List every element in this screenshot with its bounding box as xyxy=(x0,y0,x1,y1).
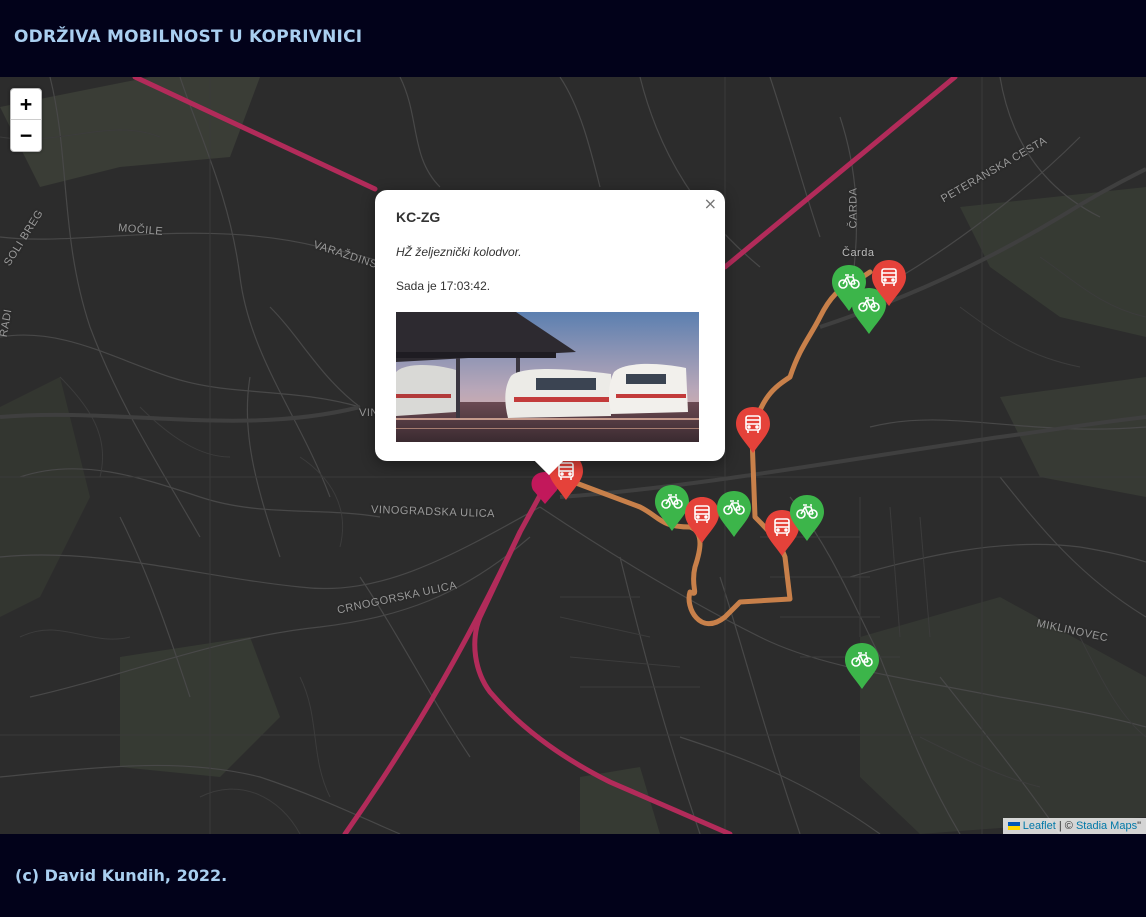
popup-close-button[interactable]: × xyxy=(704,194,717,213)
popup-time: Sada je 17:03:42. xyxy=(396,279,491,293)
leaflet-link[interactable]: Leaflet xyxy=(1023,820,1056,832)
marker-bike-4[interactable] xyxy=(716,490,752,542)
page-header: ODRŽIVA MOBILNOST U KOPRIVNICI xyxy=(0,0,1146,77)
popup-title: KC-ZG xyxy=(396,209,441,225)
zoom-control: + − xyxy=(10,88,42,152)
map[interactable]: MOČILE VARAŽDINS SOLI BREG RADI VIN VINO… xyxy=(0,77,1146,834)
page-footer: (c) David Kundih, 2022. xyxy=(0,834,1146,917)
map-popup: × KC-ZG HŽ željeznički kolodvor. Sada je… xyxy=(375,190,725,476)
marker-bike-6[interactable] xyxy=(844,642,880,694)
attribution-separator: | © xyxy=(1055,820,1076,832)
zoom-in-button[interactable]: + xyxy=(11,89,41,120)
marker-bike-5[interactable] xyxy=(789,494,825,546)
place-label-carda: Čarda xyxy=(842,247,875,259)
street-label-carda-road: ČARDA xyxy=(847,187,860,229)
train-station-photo xyxy=(396,312,699,442)
zoom-out-button[interactable]: − xyxy=(11,120,41,150)
stadia-maps-link[interactable]: Stadia Maps xyxy=(1076,820,1137,832)
marker-bus-4[interactable] xyxy=(684,496,720,548)
attribution-tail: " xyxy=(1137,820,1141,832)
map-attribution: Leaflet | © Stadia Maps" xyxy=(1002,818,1146,834)
marker-bus-1[interactable] xyxy=(871,259,907,311)
popup-description: HŽ željeznički kolodvor. xyxy=(396,245,522,259)
ukraine-flag-icon xyxy=(1007,822,1020,831)
marker-bus-2[interactable] xyxy=(735,406,771,458)
page-title: ODRŽIVA MOBILNOST U KOPRIVNICI xyxy=(14,27,363,47)
footer-copyright: (c) David Kundih, 2022. xyxy=(15,866,228,885)
